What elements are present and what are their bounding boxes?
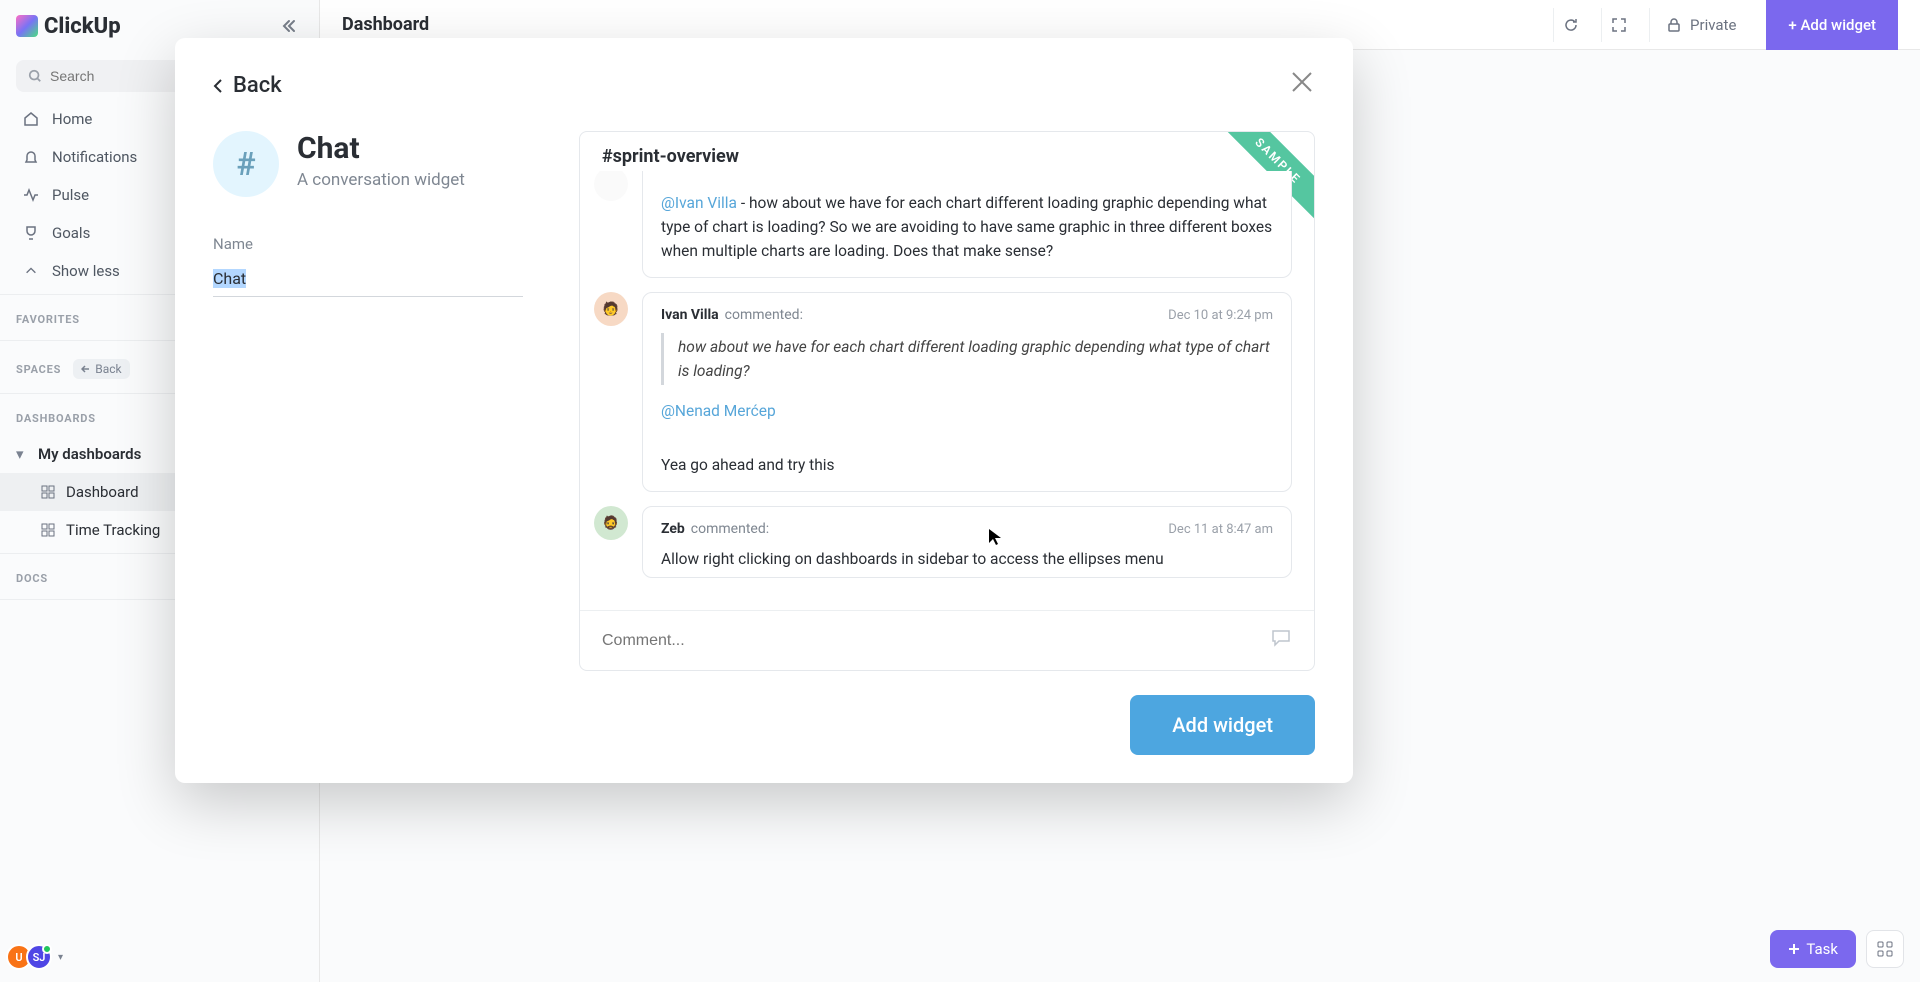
modal-close-button[interactable]	[1289, 68, 1315, 103]
chevron-double-left-icon	[281, 18, 297, 34]
refresh-icon	[1563, 17, 1579, 33]
widget-name-input[interactable]: Chat	[213, 261, 523, 297]
hash-icon: #	[213, 131, 279, 197]
collapse-sidebar-button[interactable]	[275, 12, 303, 40]
channel-name: #sprint-overview	[580, 132, 1314, 171]
mention[interactable]: @Nenad Merćep	[661, 402, 776, 420]
bell-icon	[22, 149, 40, 165]
logo-icon	[16, 15, 38, 37]
dashboard-icon	[40, 522, 56, 538]
search-icon	[28, 69, 42, 83]
comment-input[interactable]	[602, 632, 1260, 650]
add-widget-button[interactable]: Add widget	[1130, 695, 1315, 755]
page-title: Dashboard	[342, 14, 429, 35]
mention[interactable]: @Ivan Villa	[661, 194, 737, 212]
presence-dot-icon	[42, 944, 52, 954]
name-field-label: Name	[213, 235, 523, 253]
plus-icon	[1788, 943, 1800, 955]
expand-icon	[1611, 17, 1627, 33]
apps-grid-icon	[1877, 941, 1893, 957]
trophy-icon	[22, 225, 40, 241]
new-task-button[interactable]: Task	[1770, 930, 1856, 968]
comment-bar	[580, 610, 1314, 670]
pulse-icon	[22, 187, 40, 203]
caret-down-icon: ▾	[16, 445, 28, 463]
home-icon	[22, 111, 40, 127]
message-author: Zeb	[661, 521, 685, 537]
message-timestamp: Dec 11 at 8:47 am	[1168, 522, 1273, 537]
chevron-down-icon[interactable]: ▾	[58, 952, 63, 963]
message-box: @Ivan Villa - how about we have for each…	[642, 171, 1292, 278]
widget-preview: SAMPLE #sprint-overview @Ivan Villa - ho…	[579, 131, 1315, 671]
close-icon	[1289, 69, 1315, 95]
widget-title: Chat	[297, 131, 465, 166]
message-author: Ivan Villa	[661, 307, 719, 323]
refresh-button[interactable]	[1553, 8, 1587, 42]
chevron-up-icon	[22, 264, 40, 278]
reply-arrow-icon	[81, 364, 91, 374]
spaces-back-chip[interactable]: Back	[73, 359, 129, 379]
app-logo[interactable]: ClickUp	[16, 14, 121, 39]
chevron-left-icon	[213, 78, 223, 94]
avatar: 🧑	[594, 292, 628, 326]
chat-bubble-icon[interactable]	[1270, 627, 1292, 654]
widget-subtitle: A conversation widget	[297, 170, 465, 190]
app-name: ClickUp	[44, 14, 121, 39]
dashboard-icon	[40, 484, 56, 500]
add-widget-modal: Back # Chat A conversation widget Name C…	[175, 38, 1353, 783]
message-timestamp: Dec 10 at 9:24 pm	[1168, 308, 1273, 323]
avatar: SJ	[26, 944, 52, 970]
avatar	[594, 171, 628, 201]
message-box: Ivan Villa commented: Dec 10 at 9:24 pm …	[642, 292, 1292, 492]
lock-icon	[1666, 17, 1682, 33]
spaces-section-header[interactable]: SPACES	[16, 363, 61, 376]
private-toggle[interactable]: Private	[1649, 8, 1752, 42]
modal-back-button[interactable]: Back	[213, 73, 282, 98]
user-avatar-stack[interactable]: U SJ ▾	[12, 944, 63, 970]
message-box: Zeb commented: Dec 11 at 8:47 am Allow r…	[642, 506, 1292, 578]
avatar: 🧔	[594, 506, 628, 540]
apps-button[interactable]	[1866, 930, 1904, 968]
quote-block: how about we have for each chart differe…	[661, 333, 1273, 385]
topbar-add-widget-button[interactable]: + Add widget	[1766, 0, 1898, 50]
fullscreen-button[interactable]	[1601, 8, 1635, 42]
